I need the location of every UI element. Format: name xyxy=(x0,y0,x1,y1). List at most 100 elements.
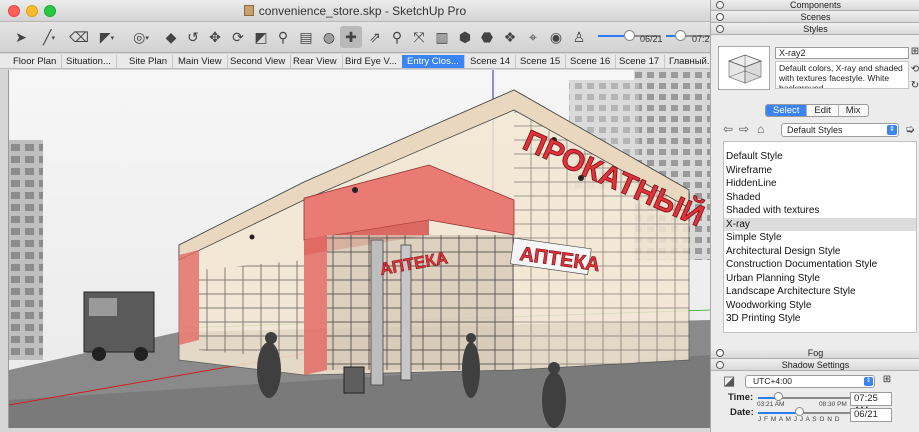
shadow-settings-panel: ◪ UTC+4:00 ⇕ ⊞ Time: 03:21 AM 08:30 PM 0… xyxy=(711,371,919,432)
axes-tool-icon[interactable]: ⌖ xyxy=(522,26,544,48)
model-viewport[interactable]: ПРОКАТНЫЙ АПТЕКА АПТЕКА xyxy=(8,70,710,428)
zoom-extents-tool-icon[interactable]: ⤧ xyxy=(408,26,430,48)
shadow-time-field[interactable]: 07:25 AM xyxy=(850,392,892,416)
list-item[interactable]: Urban Planning Style xyxy=(724,272,916,286)
walk-tool-icon[interactable]: ⇗ xyxy=(364,26,386,48)
scene-tab-scene-14[interactable]: Scene 14 xyxy=(465,55,517,68)
tab-mix[interactable]: Mix xyxy=(839,105,868,116)
list-item[interactable]: Landscape Architecture Style xyxy=(724,285,916,299)
list-item[interactable]: Wireframe xyxy=(724,164,916,178)
move-tool-icon[interactable]: ✥ xyxy=(204,26,226,48)
shadow-date-slider-fill xyxy=(758,412,799,414)
time-of-day-slider-knob[interactable] xyxy=(675,30,686,41)
rotate-tool-icon[interactable]: ⟳ xyxy=(227,26,249,48)
scene-tab-entry-close[interactable]: Entry Clos... xyxy=(402,55,465,68)
orbit-tool-icon[interactable]: ◍ xyxy=(318,26,340,48)
scale-tool-icon[interactable]: ◩ xyxy=(250,26,272,48)
time-range-end: 08:30 PM xyxy=(819,401,847,408)
time-slider-fill xyxy=(598,35,626,37)
list-item[interactable]: Default Style xyxy=(724,150,916,164)
scene-tab-main-view[interactable]: Main View xyxy=(173,55,228,68)
document-icon xyxy=(243,5,254,16)
section-plane-tool-icon[interactable]: ▥ xyxy=(431,26,453,48)
styles-nav-row: ⇦ ⇨ ⌂ Default Styles ⇕ ➭ xyxy=(723,122,918,138)
layout-send-icon[interactable]: ❖ xyxy=(499,26,521,48)
list-item-selected[interactable]: X-ray xyxy=(724,217,916,231)
scene-tab-scene-16[interactable]: Scene 16 xyxy=(565,55,617,68)
position-camera-icon[interactable]: ◉ xyxy=(545,26,567,48)
shadow-date-field[interactable]: 06/21 xyxy=(850,408,892,422)
panel-toggle-icon[interactable] xyxy=(716,25,724,33)
line-tool-icon[interactable]: ╱▾ xyxy=(38,26,60,48)
look-around-icon[interactable]: ♙ xyxy=(568,26,590,48)
style-collection-select[interactable]: Default Styles ⇕ xyxy=(781,123,899,137)
push-pull-tool-icon[interactable]: ◆ xyxy=(160,26,182,48)
list-item[interactable]: Shaded with textures xyxy=(724,204,916,218)
zoom-tool-icon[interactable]: ⚲ xyxy=(386,26,408,48)
list-item[interactable]: 3D Printing Style xyxy=(724,312,916,326)
paint-bucket-tool-icon[interactable]: ◤▾ xyxy=(96,26,118,48)
fog-panel-header[interactable]: Fog xyxy=(711,348,919,359)
circle-tool-icon[interactable]: ◎▾ xyxy=(130,26,152,48)
style-thumbnail xyxy=(718,46,770,90)
panel-toggle-icon[interactable] xyxy=(716,13,724,21)
styles-list: Default Style Wireframe HiddenLine Shade… xyxy=(723,141,917,333)
details-arrow-icon[interactable]: ➭ xyxy=(905,122,915,136)
pan-tool-icon[interactable]: ✚ xyxy=(340,26,362,48)
date-slider-knob[interactable] xyxy=(624,30,635,41)
list-item[interactable]: Simple Style xyxy=(724,231,916,245)
tape-measure-tool-icon[interactable]: ⚲ xyxy=(272,26,294,48)
scenes-panel-header[interactable]: Scenes xyxy=(711,12,919,23)
tab-select[interactable]: Select xyxy=(766,105,808,116)
scene-tab-site-plan[interactable]: Site Plan xyxy=(124,55,174,68)
shadow-panel-header[interactable]: Shadow Settings xyxy=(711,360,919,371)
back-arrow-icon[interactable]: ⇦ xyxy=(723,122,733,136)
components-panel-header[interactable]: Components xyxy=(711,0,919,11)
shadow-toggle-icon[interactable]: ◪ xyxy=(723,373,735,389)
list-item[interactable]: Construction Documentation Style xyxy=(724,258,916,272)
style-description-field[interactable]: Default colors, X-ray and shaded with te… xyxy=(775,61,909,89)
forward-arrow-icon[interactable]: ⇨ xyxy=(739,122,749,136)
scene-tab-second-view[interactable]: Second View xyxy=(225,55,292,68)
scene-tab-main-ru[interactable]: Главный... xyxy=(664,55,710,68)
scene-tabs-bar: Floor Plan Situation... Site Plan Main V… xyxy=(0,54,710,69)
shadow-details-icon[interactable]: ⊞ xyxy=(882,374,892,385)
refresh-icon[interactable]: ↻ xyxy=(910,80,919,91)
follow-me-tool-icon[interactable]: ↺ xyxy=(182,26,204,48)
select-tool-icon[interactable]: ➤ xyxy=(10,26,32,48)
text-tool-icon[interactable]: ▤ xyxy=(295,26,317,48)
panel-toggle-icon[interactable] xyxy=(716,361,724,369)
list-item[interactable]: Architectural Design Style xyxy=(724,245,916,259)
scene-tab-situation[interactable]: Situation... xyxy=(61,55,117,68)
update-style-icon[interactable]: ⟲ xyxy=(910,64,919,75)
scene-tab-scene-15[interactable]: Scene 15 xyxy=(515,55,567,68)
toolbar-date: 06/21 xyxy=(640,34,663,44)
style-name-field[interactable]: X-ray2 xyxy=(775,47,909,59)
main-toolbar: ➤ ╱▾ ⌫ ◤▾ ◎▾ ◆ ↺ ✥ ⟳ ◩ ⚲ ▤ ◍ ✚ ⇗ ⚲ ⤧ ▥ ⬢… xyxy=(0,22,710,53)
shadow-date-slider-knob[interactable] xyxy=(795,407,804,416)
window-title-bar: convenience_store.skp - SketchUp Pro xyxy=(0,0,710,22)
chevron-down-icon: ⇕ xyxy=(887,125,897,135)
window-title: convenience_store.skp - SketchUp Pro xyxy=(0,4,710,18)
timezone-select[interactable]: UTC+4:00 ⇕ xyxy=(745,375,875,388)
scene-tab-rear-view[interactable]: Rear View xyxy=(288,55,343,68)
warehouse-icon[interactable]: ⬢ xyxy=(454,26,476,48)
create-style-icon[interactable]: ⊞ xyxy=(910,46,919,57)
time-range-start: 03:21 AM xyxy=(757,401,785,408)
list-item[interactable]: Woodworking Style xyxy=(724,299,916,313)
panel-toggle-icon[interactable] xyxy=(716,1,724,9)
styles-panel-header[interactable]: Styles xyxy=(711,24,919,35)
tab-edit[interactable]: Edit xyxy=(807,105,839,116)
date-label: Date: xyxy=(730,407,754,418)
scene-tab-floor-plan[interactable]: Floor Plan xyxy=(8,55,63,68)
list-item[interactable]: HiddenLine xyxy=(724,177,916,191)
panel-toggle-icon[interactable] xyxy=(716,349,724,357)
extension-warehouse-icon[interactable]: ⬣ xyxy=(476,26,498,48)
eraser-tool-icon[interactable]: ⌫ xyxy=(68,26,90,48)
shadow-time-slider-knob[interactable] xyxy=(774,392,783,401)
scene-tab-bird-eye-view[interactable]: Bird Eye V... xyxy=(340,55,403,68)
list-item[interactable]: Shaded xyxy=(724,191,916,205)
scene-tab-scene-17[interactable]: Scene 17 xyxy=(614,55,666,68)
toolbar-time: 07:2 xyxy=(692,34,710,44)
home-icon[interactable]: ⌂ xyxy=(757,122,764,136)
